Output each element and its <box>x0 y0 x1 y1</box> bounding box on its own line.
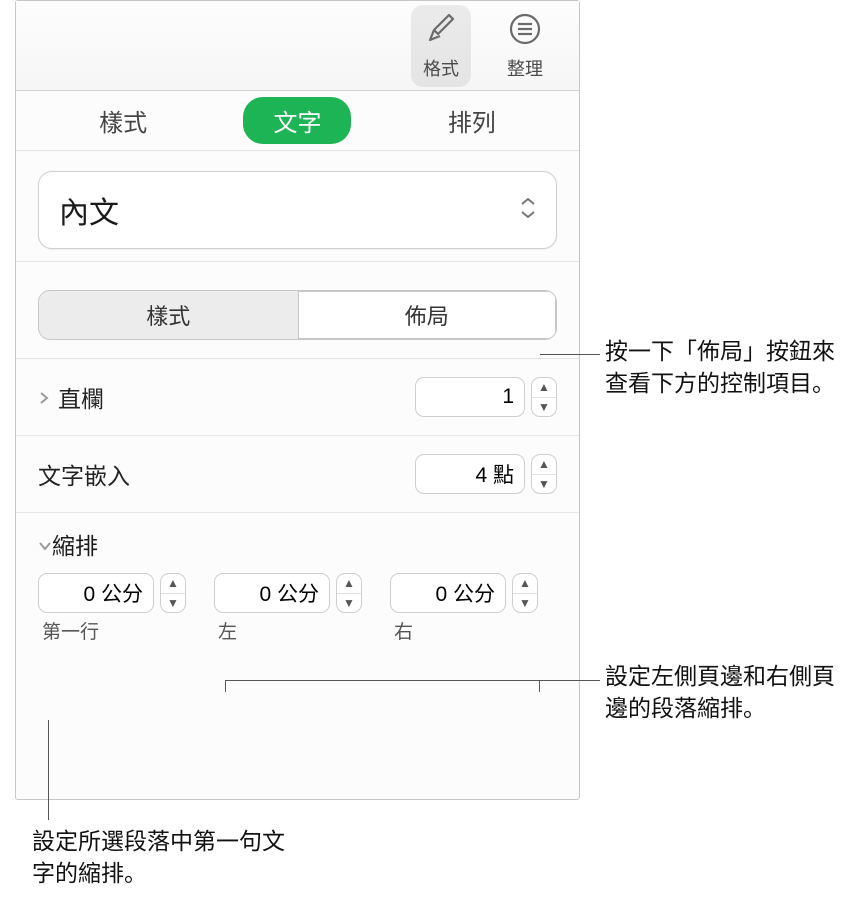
text-inset-row: 文字嵌入 ▲ ▼ <box>16 436 579 513</box>
format-label: 格式 <box>423 55 459 81</box>
indent-left-col: ▲ ▼ 左 <box>214 573 362 644</box>
indent-left-up[interactable]: ▲ <box>337 574 361 594</box>
text-inset-stepper: ▲ ▼ <box>415 454 557 494</box>
indent-first-label: 第一行 <box>38 617 99 644</box>
columns-input[interactable] <box>415 377 525 417</box>
text-inset-step-down[interactable]: ▼ <box>532 475 556 494</box>
callout-layout: 按一下「佈局」按鈕來查看下方的控制項目。 <box>605 335 855 399</box>
tab-style[interactable]: 樣式 <box>69 97 177 144</box>
text-inset-label: 文字嵌入 <box>38 457 130 491</box>
indent-left-down[interactable]: ▼ <box>337 594 361 613</box>
chevron-right-icon[interactable] <box>38 384 52 411</box>
indent-first-input[interactable] <box>38 573 154 613</box>
arrange-button[interactable]: 整理 <box>501 7 549 85</box>
paragraph-style-section: 內文 <box>16 151 579 262</box>
indent-header: 縮排 <box>52 527 98 561</box>
toolbar: 格式 整理 <box>16 1 579 91</box>
columns-stepper-buttons: ▲ ▼ <box>531 377 557 417</box>
subtabs: 樣式 文字 排列 <box>16 91 579 151</box>
callout-margins: 設定左側頁邊和右側頁邊的段落縮排。 <box>605 660 855 724</box>
indent-right-input[interactable] <box>390 573 506 613</box>
callout-line <box>48 720 49 820</box>
indent-right-down[interactable]: ▼ <box>513 594 537 613</box>
columns-step-up[interactable]: ▲ <box>532 378 556 398</box>
text-inset-step-up[interactable]: ▲ <box>532 455 556 475</box>
indent-right-up[interactable]: ▲ <box>513 574 537 594</box>
columns-label: 直欄 <box>58 380 104 414</box>
tab-text[interactable]: 文字 <box>243 97 351 144</box>
chevron-down-icon[interactable] <box>38 531 52 558</box>
columns-stepper: ▲ ▼ <box>415 377 557 417</box>
columns-step-down[interactable]: ▼ <box>532 398 556 417</box>
indent-section: 縮排 ▲ ▼ 第一行 ▲ ▼ <box>16 513 579 668</box>
indent-first-down[interactable]: ▼ <box>161 594 185 613</box>
format-button[interactable]: 格式 <box>411 5 471 87</box>
text-inset-input[interactable] <box>415 454 525 494</box>
segment-layout[interactable]: 佈局 <box>298 291 557 339</box>
tab-arrange[interactable]: 排列 <box>418 97 526 144</box>
callout-line <box>540 354 600 355</box>
list-icon <box>507 11 543 53</box>
indent-right-label: 右 <box>390 617 413 644</box>
indent-first-col: ▲ ▼ 第一行 <box>38 573 186 644</box>
paragraph-style-dropdown[interactable]: 內文 <box>38 171 557 249</box>
callout-line <box>540 680 600 681</box>
segmented-control: 樣式 佈局 <box>38 290 557 340</box>
callout-first-line: 設定所選段落中第一句文字的縮排。 <box>32 825 292 889</box>
segment-style[interactable]: 樣式 <box>39 291 298 339</box>
columns-row: 直欄 ▲ ▼ <box>16 359 579 436</box>
indent-left-input[interactable] <box>214 573 330 613</box>
text-inset-stepper-buttons: ▲ ▼ <box>531 454 557 494</box>
indent-left-label: 左 <box>214 617 237 644</box>
indent-right-col: ▲ ▼ 右 <box>390 573 538 644</box>
paintbrush-icon <box>423 11 459 53</box>
arrange-label: 整理 <box>507 55 543 81</box>
paragraph-style-value: 內文 <box>59 188 119 232</box>
segmented-section: 樣式 佈局 <box>16 262 579 359</box>
callout-bracket <box>225 680 540 692</box>
chevron-down-icon <box>520 198 536 223</box>
indent-first-up[interactable]: ▲ <box>161 574 185 594</box>
